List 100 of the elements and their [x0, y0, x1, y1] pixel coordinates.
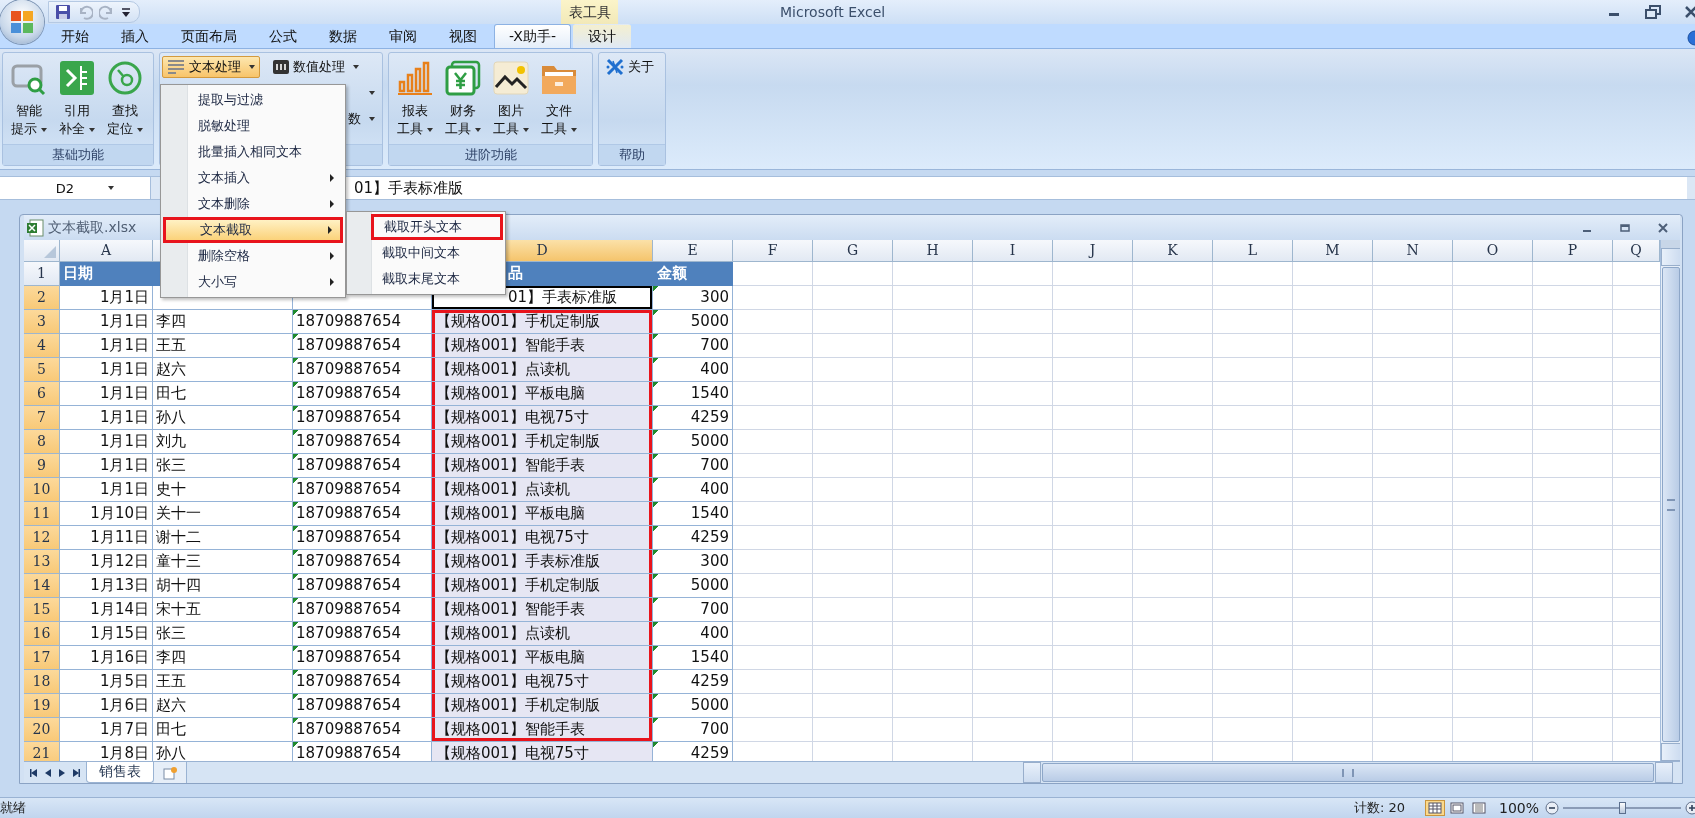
ribbon-tab[interactable]: 公式 — [254, 24, 312, 48]
contextual-tab-group: 表工具 — [561, 0, 618, 24]
column-header[interactable]: E — [653, 240, 733, 263]
number-badge-icon — [273, 59, 289, 75]
spreadsheet-file-icon — [26, 218, 44, 237]
name-box[interactable]: D2 — [0, 177, 151, 199]
vertical-scrollbar[interactable] — [1660, 240, 1680, 762]
right-arrow-icon[interactable] — [72, 768, 80, 777]
ribbon-button[interactable]: 查找 定位 — [101, 56, 149, 138]
table-cell: 【规格001】电视75寸 — [432, 742, 653, 762]
column-header[interactable]: H — [893, 240, 973, 263]
table-cell: 谢十二 — [153, 526, 293, 551]
horizontal-scrollbar[interactable] — [1023, 762, 1673, 783]
row-header[interactable]: 8 — [24, 430, 60, 455]
table-cell: 【规格001】平板电脑 — [432, 502, 653, 527]
row-header[interactable]: 3 — [24, 310, 60, 335]
zoom-slider[interactable] — [1563, 801, 1681, 815]
row-header[interactable]: 14 — [24, 574, 60, 599]
ribbon-tab[interactable]: 开始 — [46, 24, 104, 48]
row-header[interactable]: 19 — [24, 694, 60, 719]
row-header[interactable]: 7 — [24, 406, 60, 431]
ribbon-button[interactable]: 数值处理 — [268, 56, 364, 78]
table-cell: 1月1日 — [60, 406, 153, 431]
row-header[interactable]: 6 — [24, 382, 60, 407]
ribbon-button[interactable]: 引用 补全 — [53, 56, 101, 138]
column-header[interactable]: A — [60, 240, 153, 263]
save-icon[interactable] — [55, 4, 71, 20]
restore-icon[interactable] — [1645, 5, 1661, 19]
ribbon-button[interactable]: 智能 提示 — [5, 56, 53, 138]
ribbon-tab[interactable]: 数据 — [314, 24, 372, 48]
table-cell: 童十三 — [153, 550, 293, 575]
row-header[interactable]: 17 — [24, 646, 60, 671]
ribbon-button[interactable]: 报表 工具 — [391, 56, 439, 138]
ribbon-button[interactable]: 财务 工具 — [439, 56, 487, 138]
ribbon-tab[interactable]: -X助手- — [494, 24, 571, 48]
zoom-out-icon[interactable] — [1545, 801, 1559, 815]
column-header[interactable]: G — [813, 240, 893, 263]
ribbon-button[interactable]: 关于 — [601, 56, 659, 78]
row-header[interactable]: 10 — [24, 478, 60, 503]
column-header[interactable]: K — [1133, 240, 1213, 263]
row-header[interactable]: 9 — [24, 454, 60, 479]
table-cell: 【规格001】手机定制版 — [432, 694, 653, 719]
left-arrow-icon[interactable] — [30, 768, 38, 777]
ribbon-button[interactable]: 图片 工具 — [487, 56, 535, 138]
row-header[interactable]: 5 — [24, 358, 60, 383]
column-header[interactable]: N — [1373, 240, 1453, 263]
close-icon[interactable] — [1685, 5, 1695, 19]
row-header[interactable]: 20 — [24, 718, 60, 743]
menu-item[interactable]: 文本删除 — [163, 191, 343, 217]
row-header[interactable]: 16 — [24, 622, 60, 647]
ribbon-button[interactable]: 文件 工具 — [535, 56, 583, 138]
column-header[interactable]: L — [1213, 240, 1293, 263]
ribbon-tab[interactable]: 设计 — [573, 24, 631, 48]
row-header[interactable]: 12 — [24, 526, 60, 551]
menu-item[interactable]: 删除空格 — [163, 243, 343, 269]
ribbon-tab[interactable]: 视图 — [434, 24, 492, 48]
table-cell: 4259 — [653, 526, 733, 551]
menu-item[interactable]: 文本截取 — [163, 217, 343, 243]
ribbon-button[interactable]: 文本处理 — [162, 56, 260, 78]
ribbon-tab[interactable]: 插入 — [106, 24, 164, 48]
menu-item[interactable]: 脱敏处理 — [163, 113, 343, 139]
ribbon-tab[interactable]: 页面布局 — [166, 24, 252, 48]
menu-item[interactable]: 文本插入 — [163, 165, 343, 191]
row-header[interactable]: 1 — [24, 262, 60, 287]
table-cell: 王五 — [153, 670, 293, 695]
view-button[interactable] — [1424, 800, 1445, 816]
maximize-icon[interactable] — [1620, 222, 1630, 233]
column-header[interactable]: O — [1453, 240, 1533, 263]
ribbon-tab[interactable]: 审阅 — [374, 24, 432, 48]
column-header[interactable]: P — [1533, 240, 1613, 263]
right-arrow-icon[interactable] — [58, 768, 66, 777]
zoom-in-icon[interactable] — [1685, 801, 1695, 815]
table-cell: 【规格001】平板电脑 — [432, 646, 653, 671]
row-header[interactable]: 4 — [24, 334, 60, 359]
row-header[interactable]: 15 — [24, 598, 60, 623]
column-header[interactable]: J — [1053, 240, 1133, 263]
menu-item[interactable]: 大小写 — [163, 269, 343, 295]
row-header[interactable]: 13 — [24, 550, 60, 575]
column-header[interactable]: I — [973, 240, 1053, 263]
menu-item[interactable]: 批量插入相同文本 — [163, 139, 343, 165]
left-arrow-icon[interactable] — [44, 768, 52, 777]
table-cell: 18709887654 — [293, 454, 432, 479]
logo-icon[interactable] — [9, 9, 35, 35]
sheet-tab[interactable]: 销售表 — [86, 762, 154, 783]
row-header[interactable]: 2 — [24, 286, 60, 311]
column-header[interactable]: Q — [1613, 240, 1660, 263]
help-icon[interactable] — [1685, 30, 1695, 46]
row-header[interactable]: 21 — [24, 742, 60, 762]
menu-item[interactable]: 提取与过滤 — [163, 87, 343, 113]
table-cell: 1月1日 — [60, 358, 153, 383]
table-cell: 18709887654 — [293, 646, 432, 671]
table-cell: 【规格001】手机定制版 — [432, 574, 653, 599]
close-icon[interactable] — [1658, 222, 1668, 233]
customize-icon[interactable] — [121, 5, 131, 19]
column-header[interactable]: M — [1293, 240, 1373, 263]
menu-item[interactable]: 截取开头文本 — [371, 214, 503, 240]
row-header[interactable]: 18 — [24, 670, 60, 695]
row-header[interactable]: 11 — [24, 502, 60, 527]
column-header[interactable]: F — [733, 240, 813, 263]
table-cell: 1月1日 — [60, 286, 153, 311]
